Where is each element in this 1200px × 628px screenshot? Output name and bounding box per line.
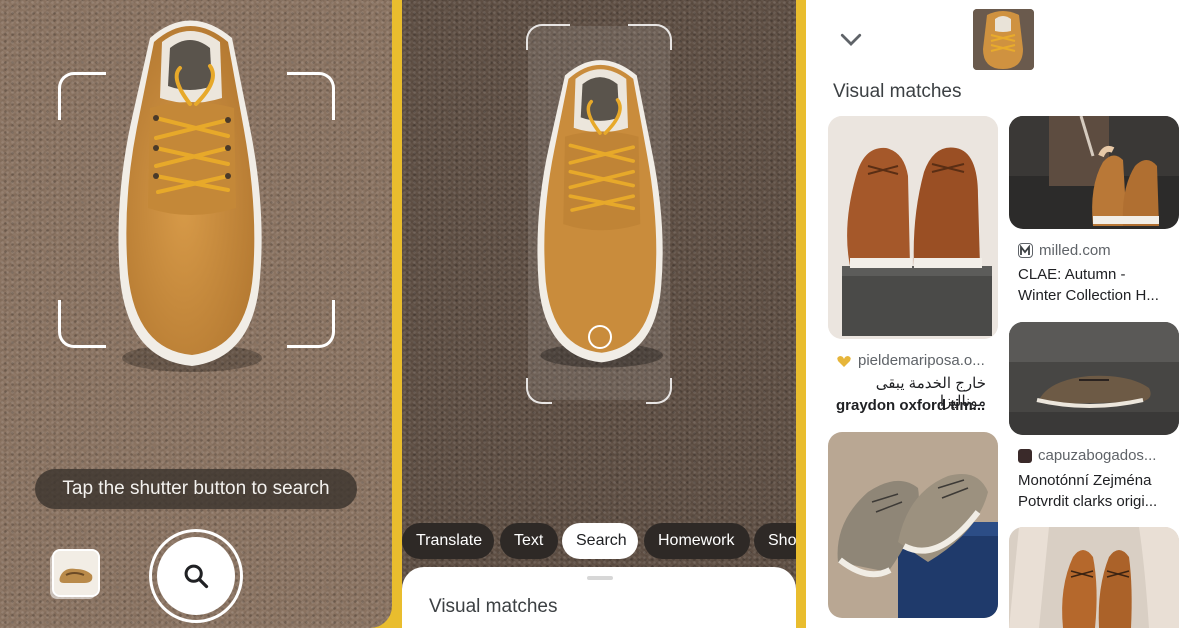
visual-matches-title: Visual matches	[833, 81, 962, 102]
result-source-2[interactable]: milled.com	[1018, 242, 1111, 259]
result-title-3-line-1[interactable]: Monotónní Zejména	[1018, 470, 1151, 491]
crop-panel: Translate Text Search Homework Shop Visu…	[402, 0, 796, 628]
result-title-2-line-2[interactable]: Winter Collection H...	[1018, 285, 1159, 306]
focus-point-icon[interactable]	[588, 325, 612, 349]
crop-handle-top-right[interactable]	[628, 24, 672, 50]
result-image-2[interactable]	[1009, 116, 1179, 229]
crop-handle-bottom-left[interactable]	[526, 378, 552, 404]
milled-favicon-icon	[1018, 243, 1033, 258]
frame-corner-bottom-right	[287, 300, 335, 348]
frame-corner-top-right	[287, 72, 335, 120]
shoe-photo	[110, 8, 270, 378]
sheet-drag-handle[interactable]	[587, 576, 613, 580]
tab-translate[interactable]: Translate	[402, 523, 494, 559]
result-image-4[interactable]	[828, 432, 998, 618]
result-title-1[interactable]: graydon oxford tim...	[836, 395, 985, 416]
crop-handle-top-left[interactable]	[526, 24, 570, 50]
frame-corner-top-left	[58, 72, 106, 120]
sheet-title: Visual matches	[429, 596, 558, 617]
result-image-5[interactable]	[1009, 527, 1179, 628]
result-image-3[interactable]	[1009, 322, 1179, 435]
result-source-1[interactable]: pieldemariposa.o...	[836, 352, 985, 369]
shutter-hint: Tap the shutter button to search	[35, 469, 357, 509]
result-title-2-line-1[interactable]: CLAE: Autumn -	[1018, 264, 1126, 285]
tab-homework[interactable]: Homework	[644, 523, 750, 559]
results-sheet[interactable]: Visual matches	[402, 567, 796, 628]
tab-shop[interactable]: Shop	[754, 523, 796, 559]
result-image-1[interactable]	[828, 116, 998, 339]
capuzabogados-favicon-icon	[1018, 448, 1032, 463]
frame-corner-bottom-left	[58, 300, 106, 348]
tab-search[interactable]: Search	[562, 523, 638, 559]
gallery-thumbnail-icon[interactable]	[52, 549, 100, 597]
result-source-3[interactable]: capuzabogados...	[1018, 447, 1156, 464]
camera-panel: Tap the shutter button to search	[0, 0, 392, 628]
heart-favicon-icon	[836, 352, 852, 369]
tab-text[interactable]: Text	[500, 523, 558, 559]
crop-handle-bottom-right[interactable]	[646, 378, 672, 404]
shutter-button[interactable]	[157, 537, 235, 615]
chevron-down-icon[interactable]	[836, 24, 866, 54]
search-icon	[184, 564, 209, 589]
query-image-thumbnail[interactable]	[973, 9, 1034, 70]
result-title-3-line-2[interactable]: Potvrdit clarks origi...	[1018, 491, 1157, 512]
results-panel: Visual matches pieldemariposa.o... خارج …	[806, 0, 1200, 628]
